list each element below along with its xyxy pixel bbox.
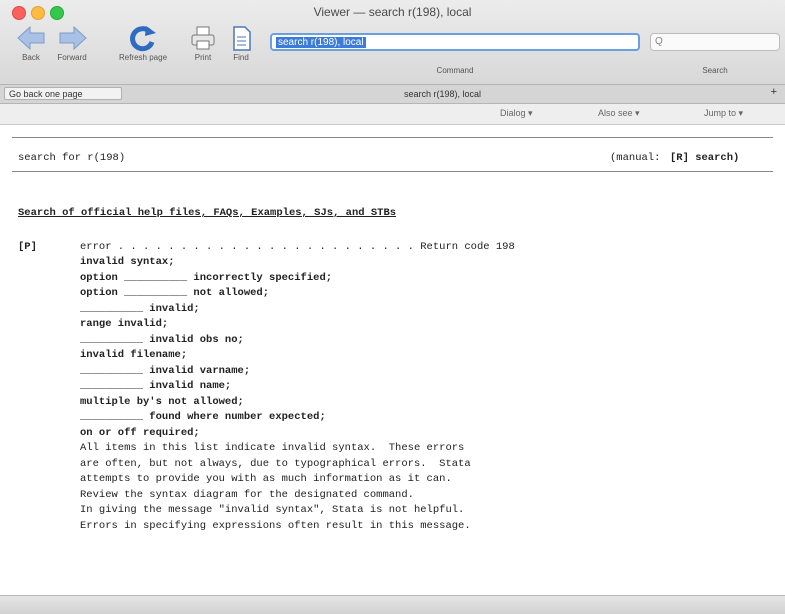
command-label: Command bbox=[436, 66, 474, 75]
add-tab-icon[interactable]: + bbox=[771, 86, 777, 98]
error-message-item: option __________ not allowed; bbox=[80, 287, 270, 299]
refresh-button[interactable]: Refresh page bbox=[110, 24, 176, 64]
error-message-item: __________ invalid varname; bbox=[80, 364, 251, 377]
description-line: All items in this list indicate invalid … bbox=[80, 442, 465, 454]
tab-current[interactable]: search r(198), local bbox=[130, 87, 755, 101]
tab-bar: Go back one page search r(198), local + bbox=[0, 85, 785, 104]
description-line: In giving the message "invalid syntax", … bbox=[80, 504, 465, 516]
divider bbox=[12, 171, 773, 172]
description-line: Errors in specifying expressions often r… bbox=[80, 519, 471, 532]
viewer-options-bar: Dialog ▾ Also see ▾ Jump to ▾ bbox=[0, 104, 785, 125]
error-message-item: multiple by's not allowed; bbox=[80, 395, 244, 408]
print-button[interactable]: Print bbox=[186, 24, 220, 64]
command-input[interactable]: search r(198), local bbox=[270, 33, 640, 51]
error-message-item: on or off required; bbox=[80, 426, 200, 439]
description-line: are often, but not always, due to typogr… bbox=[80, 457, 471, 470]
dialog-menu[interactable]: Dialog ▾ bbox=[500, 108, 533, 119]
error-tag-link[interactable]: [P] bbox=[18, 241, 37, 253]
error-message-item: __________ invalid; bbox=[80, 302, 200, 315]
forward-button[interactable]: Forward bbox=[52, 24, 92, 64]
back-button[interactable]: Back bbox=[14, 24, 48, 64]
printer-icon bbox=[191, 26, 215, 50]
back-arrow-icon bbox=[17, 25, 45, 51]
divider bbox=[12, 137, 773, 138]
error-message-item: __________ found where number expected; bbox=[80, 411, 326, 423]
find-document-icon bbox=[233, 26, 251, 51]
title-bar: Viewer — search r(198), local Back Forwa… bbox=[0, 0, 785, 85]
viewer-window: Viewer — search r(198), local Back Forwa… bbox=[0, 0, 785, 614]
error-message-item: __________ invalid name; bbox=[80, 380, 232, 392]
status-bar bbox=[0, 595, 785, 614]
refresh-icon bbox=[130, 26, 156, 52]
description-line: attempts to provide you with as much inf… bbox=[80, 473, 452, 485]
error-message-item: invalid filename; bbox=[80, 349, 188, 361]
description-line: Review the syntax diagram for the design… bbox=[80, 488, 414, 501]
command-value: search r(198), local bbox=[276, 37, 366, 48]
search-label: Search bbox=[702, 66, 728, 75]
window-title: Viewer — search r(198), local bbox=[313, 5, 472, 19]
back-tab[interactable]: Go back one page bbox=[4, 87, 122, 100]
manual-link[interactable]: [R] search) bbox=[670, 152, 739, 164]
error-message-item: __________ invalid obs no; bbox=[80, 333, 244, 346]
forward-arrow-icon bbox=[59, 25, 87, 51]
search-input[interactable]: Q bbox=[650, 33, 780, 51]
search-heading: search for r(198) bbox=[18, 152, 126, 164]
also-see-menu[interactable]: Also see ▾ bbox=[598, 108, 640, 119]
viewer-content: search for r(198) (manual: [R] search) S… bbox=[0, 125, 785, 595]
error-message-item: range invalid; bbox=[80, 318, 169, 330]
error-message-item: invalid syntax; bbox=[80, 256, 175, 268]
section-title: Search of official help files, FAQs, Exa… bbox=[18, 207, 397, 219]
jump-to-menu[interactable]: Jump to ▾ bbox=[704, 108, 743, 119]
error-line: error . . . . . . . . . . . . . . . . . … bbox=[80, 241, 515, 253]
manual-label: (manual: bbox=[610, 152, 661, 164]
find-button[interactable]: Find bbox=[226, 24, 256, 64]
error-message-item: option __________ incorrectly specified; bbox=[80, 271, 333, 284]
